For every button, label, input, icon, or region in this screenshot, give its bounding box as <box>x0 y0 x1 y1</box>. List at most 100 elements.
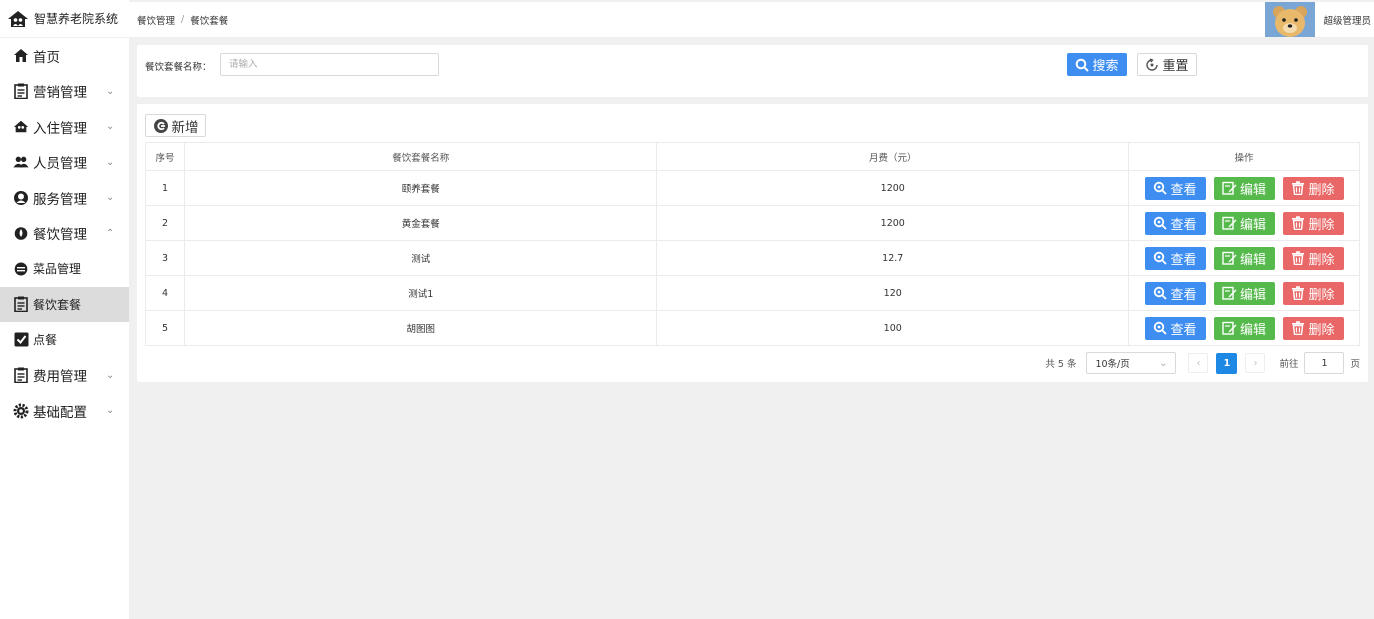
sidebar-item-6[interactable]: 菜品管理 <box>0 251 129 287</box>
delete-button[interactable]: 删除 <box>1282 246 1344 270</box>
edit-icon <box>1222 286 1237 300</box>
edit-button[interactable]: 编辑 <box>1213 281 1275 305</box>
breadcrumb-separator: / <box>181 14 185 25</box>
delete-button[interactable]: 删除 <box>1282 316 1344 340</box>
cell-actions: 查看 编辑 删除 <box>1128 275 1360 311</box>
view-button[interactable]: 查看 <box>1144 176 1206 200</box>
cell-index: 3 <box>145 240 185 276</box>
search-label: 餐饮套餐名称： <box>145 62 212 73</box>
delete-button-label: 删除 <box>1308 217 1335 233</box>
table-row: 3 测试 12.7 查看 编辑 删除 <box>145 240 1360 276</box>
cell-index: 5 <box>145 310 185 346</box>
edit-button[interactable]: 编辑 <box>1213 246 1275 270</box>
next-page-button[interactable]: › <box>1245 353 1266 373</box>
edit-button-label: 编辑 <box>1239 182 1266 198</box>
sidebar-item-0[interactable]: 首页 <box>0 38 129 74</box>
sidebar-item-7[interactable]: 餐饮套餐 <box>0 286 129 322</box>
page-unit: 页 <box>1350 359 1360 370</box>
sidebar-item-label: 点餐 <box>33 333 58 348</box>
chevron-down-icon: ⌄ <box>106 85 115 97</box>
edit-icon <box>1222 251 1237 265</box>
table-row: 4 测试1 120 查看 编辑 删除 <box>145 275 1360 311</box>
prev-page-button[interactable]: ‹ <box>1188 353 1209 373</box>
view-icon <box>1153 181 1168 195</box>
page-size-select[interactable]: 10条/页 ⌄ <box>1086 352 1177 374</box>
gear-icon <box>13 403 29 419</box>
sidebar-item-1[interactable]: 营销管理 ⌄ <box>0 74 129 110</box>
chevron-up-icon: ⌃ <box>106 227 115 239</box>
view-icon <box>1153 251 1168 265</box>
cell-actions: 查看 编辑 删除 <box>1128 205 1360 241</box>
cell-index: 2 <box>145 205 185 241</box>
sidebar: 智慧养老院系统 首页 营销管理 ⌄ 入住管理 ⌄ 人员管理 ⌄ 服务管理 ⌄ 餐饮管理 ⌃ 菜品管理餐… <box>0 0 129 619</box>
header-name: 餐饮套餐名称 <box>183 142 658 171</box>
edit-button-label: 编辑 <box>1239 287 1266 303</box>
drop-icon <box>13 225 29 241</box>
sidebar-item-label: 服务管理 <box>33 191 87 208</box>
table-row: 2 黄金套餐 1200 查看 编辑 删除 <box>145 205 1360 241</box>
page-size-value: 10条/页 <box>1095 359 1130 370</box>
trash-icon <box>1291 216 1305 230</box>
checkbox-icon <box>13 332 29 348</box>
trash-icon <box>1291 321 1305 335</box>
edit-button[interactable]: 编辑 <box>1213 211 1275 235</box>
meal-package-table: 序号 餐饮套餐名称 月费（元） 操作 1 颐养套餐 1200 查看 编辑 删除 2 黄金套餐 1… <box>145 142 1360 346</box>
sidebar-item-2[interactable]: 入住管理 ⌄ <box>0 109 129 145</box>
cell-fee: 1200 <box>656 205 1130 241</box>
delete-button-label: 删除 <box>1308 252 1335 268</box>
view-button-label: 查看 <box>1170 287 1197 303</box>
sidebar-item-4[interactable]: 服务管理 ⌄ <box>0 180 129 216</box>
search-input[interactable] <box>220 53 439 76</box>
chevron-down-icon: ⌄ <box>106 121 115 133</box>
dish-icon <box>13 261 29 277</box>
delete-button[interactable]: 删除 <box>1282 211 1344 235</box>
edit-button[interactable]: 编辑 <box>1213 316 1275 340</box>
view-button[interactable]: 查看 <box>1144 281 1206 305</box>
reset-button[interactable]: 重置 <box>1137 53 1197 76</box>
view-icon <box>1153 321 1168 335</box>
sidebar-item-9[interactable]: 费用管理 ⌄ <box>0 358 129 394</box>
view-icon <box>1153 216 1168 230</box>
table-panel: 新增 序号 餐饮套餐名称 月费（元） 操作 1 颐养套餐 1200 查看 编辑 删除 2 黄金… <box>137 104 1368 382</box>
chevron-down-icon: ⌄ <box>1159 357 1168 369</box>
search-button[interactable]: 搜索 <box>1067 53 1127 76</box>
sidebar-item-10[interactable]: 基础配置 ⌄ <box>0 393 129 429</box>
search-button-label: 搜索 <box>1092 59 1119 74</box>
cell-name: 测试 <box>183 240 658 276</box>
table-header-row: 序号 餐饮套餐名称 月费（元） 操作 <box>145 142 1360 171</box>
delete-button-label: 删除 <box>1308 322 1335 338</box>
edit-button[interactable]: 编辑 <box>1213 176 1275 200</box>
cell-fee: 12.7 <box>656 240 1130 276</box>
view-button[interactable]: 查看 <box>1144 316 1206 340</box>
breadcrumb-parent[interactable]: 餐饮管理 <box>137 13 175 27</box>
add-button[interactable]: 新增 <box>145 114 206 137</box>
reset-icon <box>1145 57 1159 72</box>
add-icon <box>153 118 169 134</box>
trash-icon <box>1291 286 1305 300</box>
sidebar-item-label: 基础配置 <box>33 404 87 421</box>
chevron-down-icon: ⌄ <box>106 156 115 168</box>
edit-icon <box>1222 216 1237 230</box>
edit-button-label: 编辑 <box>1239 322 1266 338</box>
main-area: 餐饮管理 / 餐饮套餐 超级管理员 餐饮套餐名称： 请输入 搜索 重置 新增 序… <box>129 0 1374 619</box>
sidebar-item-label: 人员管理 <box>33 156 87 173</box>
delete-button[interactable]: 删除 <box>1282 176 1344 200</box>
avatar[interactable] <box>1265 2 1316 37</box>
page-number-current[interactable]: 1 <box>1216 352 1238 374</box>
user-name: 超级管理员 <box>1323 15 1371 27</box>
view-button[interactable]: 查看 <box>1144 211 1206 235</box>
sidebar-item-3[interactable]: 人员管理 ⌄ <box>0 145 129 181</box>
goto-page-input[interactable]: 1 <box>1304 352 1345 374</box>
cell-actions: 查看 编辑 删除 <box>1128 240 1360 276</box>
user-menu[interactable]: 超级管理员 <box>1265 2 1371 37</box>
cell-fee: 120 <box>656 275 1130 311</box>
cell-index: 4 <box>145 275 185 311</box>
cell-index: 1 <box>145 170 185 206</box>
delete-button[interactable]: 删除 <box>1282 281 1344 305</box>
view-button-label: 查看 <box>1170 252 1197 268</box>
view-button[interactable]: 查看 <box>1144 246 1206 270</box>
sidebar-item-label: 营销管理 <box>33 85 87 102</box>
view-icon <box>1153 286 1168 300</box>
sidebar-item-8[interactable]: 点餐 <box>0 322 129 358</box>
sidebar-item-5[interactable]: 餐饮管理 ⌃ <box>0 216 129 252</box>
